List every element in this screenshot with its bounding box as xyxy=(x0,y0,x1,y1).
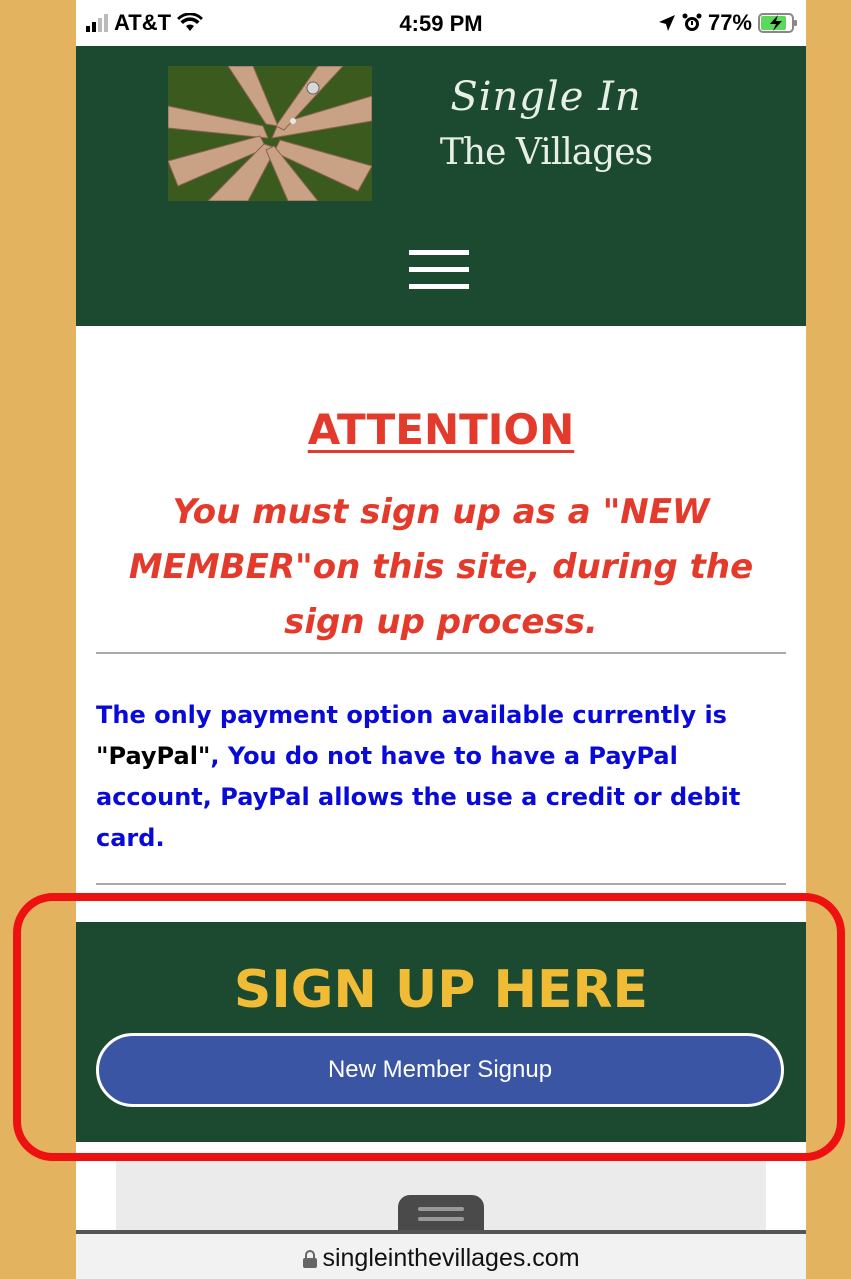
lock-icon xyxy=(303,1249,318,1268)
hands-together-photo xyxy=(168,66,372,201)
paypal-label: "PayPal" xyxy=(96,742,211,770)
new-member-warning: You must sign up as a "NEW MEMBER"on thi… xyxy=(128,492,754,642)
site-header: Single In The Villages xyxy=(76,46,806,326)
battery-charging-icon xyxy=(758,13,797,33)
sheet-handle-icon[interactable] xyxy=(398,1195,484,1235)
status-icons: 77% xyxy=(658,10,798,36)
alarm-icon xyxy=(682,13,702,31)
payment-note-text: The only payment option available curren… xyxy=(96,701,727,729)
hamburger-menu-icon[interactable] xyxy=(409,250,469,292)
site-logo[interactable]: Single In The Villages xyxy=(416,74,676,173)
logo-line1: Single In xyxy=(450,74,642,120)
divider xyxy=(96,883,786,885)
payment-note: The only payment option available curren… xyxy=(96,695,766,859)
battery-percent: 77% xyxy=(707,10,752,35)
signup-highlight-box xyxy=(13,893,845,1161)
attention-heading: ATTENTION xyxy=(307,405,575,454)
status-bar: AT&T 4:59 PM 77% xyxy=(76,0,806,46)
logo-line2: The Villages xyxy=(439,132,653,173)
url-text: singleinthevillages.com xyxy=(322,1244,580,1272)
divider xyxy=(96,652,786,654)
location-arrow-icon xyxy=(658,15,675,31)
address-bar[interactable]: singleinthevillages.com xyxy=(76,1230,806,1279)
